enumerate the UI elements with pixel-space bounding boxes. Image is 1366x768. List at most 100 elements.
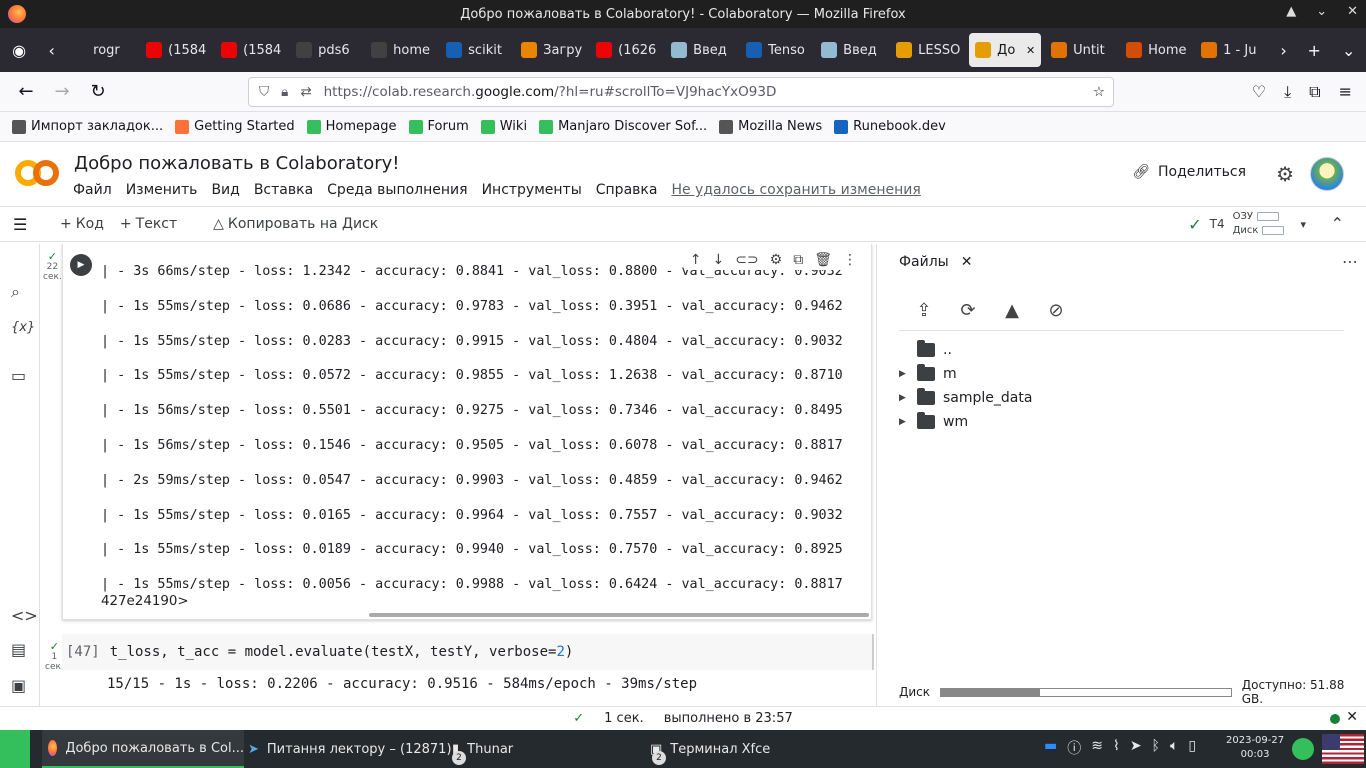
close-window-icon[interactable]: ✕ [1347, 4, 1358, 19]
tabs-scroll-right-icon[interactable]: › [1270, 41, 1297, 60]
manjaro-menu-icon[interactable] [0, 730, 30, 768]
menu-item[interactable]: Вставка [254, 182, 313, 198]
mirror-cell-icon[interactable]: ⧉ [793, 252, 803, 268]
bookmark-item[interactable]: Runebook.dev [834, 119, 946, 134]
browser-tab[interactable]: Введ [815, 33, 890, 67]
mount-drive-icon[interactable]: ▲ [1001, 300, 1023, 321]
avatar[interactable] [1310, 157, 1344, 191]
variables-icon[interactable]: {x} [11, 320, 35, 335]
reload-icon[interactable]: ↻ [80, 81, 116, 102]
move-down-icon[interactable]: ↓ [712, 252, 724, 268]
add-text-button[interactable]: + Текст [120, 216, 177, 232]
bookmark-item[interactable]: Импорт закладок... [12, 119, 163, 134]
more-options-icon[interactable]: ⋯ [1342, 252, 1358, 271]
menu-item[interactable]: Инструменты [482, 182, 582, 198]
menu-item[interactable]: Вид [211, 182, 239, 198]
bookmark-item[interactable]: Homepage [306, 119, 397, 134]
connection-status-icon[interactable] [1330, 714, 1340, 724]
expand-arrow-icon[interactable]: ▶ [899, 369, 909, 379]
menu-item[interactable]: Изменить [126, 182, 198, 198]
share-button[interactable]: 🔗︎ Поделиться [1132, 164, 1246, 180]
keyboard-layout-flag-icon[interactable] [1322, 734, 1364, 764]
browser-tab[interactable]: scikit [440, 33, 515, 67]
back-icon[interactable]: ← [8, 81, 44, 102]
task-terminal[interactable]: ▣ Терминал Xfce 2 [650, 730, 770, 768]
command-palette-icon[interactable]: ▤ [11, 640, 26, 659]
runtime-dropdown-icon[interactable]: ▾ [1300, 218, 1306, 231]
search-icon[interactable]: ⌕ [11, 282, 20, 302]
minimize-icon[interactable]: ⌄ [1316, 4, 1327, 19]
runtime-status[interactable]: ✓ T4 ОЗУ Диск ▾ [1188, 211, 1306, 237]
update-icon[interactable] [1292, 738, 1314, 760]
task-thunar[interactable]: ▮ Thunar 2 [452, 730, 513, 768]
info-icon[interactable]: ⓘ [1067, 738, 1081, 758]
bookmark-item[interactable]: Wiki [480, 119, 527, 134]
browser-tab[interactable]: 1 - Ju [1195, 33, 1270, 67]
tabs-scroll-left-icon[interactable]: ‹ [38, 41, 65, 60]
colab-logo-icon[interactable] [14, 156, 60, 190]
link-icon[interactable]: ⊂⊃ [735, 252, 758, 268]
task-telegram[interactable]: ➤ Питання лектору – (12871) [248, 730, 452, 768]
cell2-code[interactable]: t_loss, t_acc = model.evaluate(testX, te… [110, 644, 574, 660]
bluetooth-icon[interactable]: ᛒ [1152, 738, 1160, 758]
folder-item[interactable]: ▶ sample_data [899, 388, 1032, 406]
display-icon[interactable]: ▬ [1044, 738, 1057, 758]
list-all-tabs-icon[interactable]: ⌄ [1331, 41, 1366, 60]
browser-tab[interactable]: Tenso [740, 33, 815, 67]
window-menu-icon[interactable]: ▲ [1286, 4, 1296, 19]
folder-item[interactable]: ▶ wm [899, 412, 968, 430]
close-status-icon[interactable]: ✕ [1346, 709, 1358, 725]
refresh-folder-icon[interactable]: ⟳ [957, 300, 979, 321]
browser-tab[interactable]: home [365, 33, 440, 67]
terminal-icon[interactable]: ▣ [11, 676, 26, 695]
browser-tab[interactable]: (1584 [140, 33, 215, 67]
hide-files-icon[interactable]: ⊘ [1045, 300, 1067, 321]
bookmark-item[interactable]: Manjaro Discover Sof... [539, 119, 707, 134]
shield-icon[interactable]: ⛉ [259, 84, 269, 100]
task-firefox[interactable]: Добро пожаловать в Col... [42, 730, 244, 768]
save-status-link[interactable]: Не удалось сохранить изменения [671, 182, 920, 198]
permissions-icon[interactable]: ⇄ [300, 84, 311, 100]
close-tab-icon[interactable]: ✕ [1026, 44, 1035, 57]
bookmark-star-icon[interactable]: ☆ [1093, 84, 1105, 100]
browser-tab[interactable]: Введ [665, 33, 740, 67]
expand-arrow-icon[interactable]: ▶ [899, 393, 909, 403]
code-cell-output[interactable]: | - 3s 66ms/step - loss: 1.2342 - accura… [62, 244, 872, 620]
code-snippets-icon[interactable]: <> [11, 606, 38, 625]
more-options-icon[interactable]: ⋮ [843, 252, 857, 268]
bookmark-item[interactable]: Mozilla News [719, 119, 822, 134]
code-cell[interactable]: [47] t_loss, t_acc = model.evaluate(test… [62, 634, 874, 670]
browser-tab[interactable]: До ✕ [969, 33, 1042, 67]
forward-icon[interactable]: → [44, 81, 80, 102]
url-field[interactable]: ⛉ 🔒︎ ⇄ https://colab.research.google.com… [248, 76, 1114, 107]
browser-tab[interactable]: (1584 [215, 33, 290, 67]
run-cell-button[interactable]: ▶ [70, 254, 92, 276]
clock[interactable]: 2023-09-27 00:03 [1226, 734, 1284, 762]
browser-tab[interactable]: Загру [515, 33, 590, 67]
browser-tab[interactable]: rogr [65, 33, 140, 67]
battery-icon[interactable]: ▯ [1188, 738, 1196, 758]
menu-item[interactable]: Справка [596, 182, 658, 198]
browser-tab[interactable]: Untit [1045, 33, 1120, 67]
browser-tab[interactable]: (1626 [590, 33, 665, 67]
menu-item[interactable]: Файл [73, 182, 112, 198]
telegram-tray-icon[interactable]: ➤ [1130, 738, 1142, 758]
upload-file-icon[interactable]: ⇪ [913, 300, 935, 321]
copy-to-drive-button[interactable]: △ Копировать на Диск [213, 216, 378, 232]
cell-settings-icon[interactable]: ⚙ [770, 252, 783, 268]
delete-icon[interactable]: 🗑︎ [814, 252, 832, 268]
add-code-button[interactable]: + Код [60, 216, 104, 232]
firefox-view-icon[interactable]: ◉ [0, 41, 38, 60]
collapse-header-icon[interactable]: ⌃ [1331, 214, 1344, 233]
extensions-icon[interactable]: ⧉ [1309, 82, 1320, 102]
folder-item[interactable]: ▶ m [899, 364, 957, 382]
lock-icon[interactable]: 🔒︎ [281, 84, 288, 100]
pocket-icon[interactable]: ♡ [1252, 82, 1266, 102]
settings-gear-icon[interactable]: ⚙ [1276, 162, 1294, 186]
bookmark-item[interactable]: Getting Started [175, 119, 295, 134]
new-tab-icon[interactable]: + [1297, 41, 1332, 60]
menu-item[interactable]: Среда выполнения [327, 182, 467, 198]
wifi-icon[interactable]: ≋ [1091, 738, 1103, 758]
bookmark-item[interactable]: Forum [408, 119, 469, 134]
browser-tab[interactable]: Home [1120, 33, 1195, 67]
